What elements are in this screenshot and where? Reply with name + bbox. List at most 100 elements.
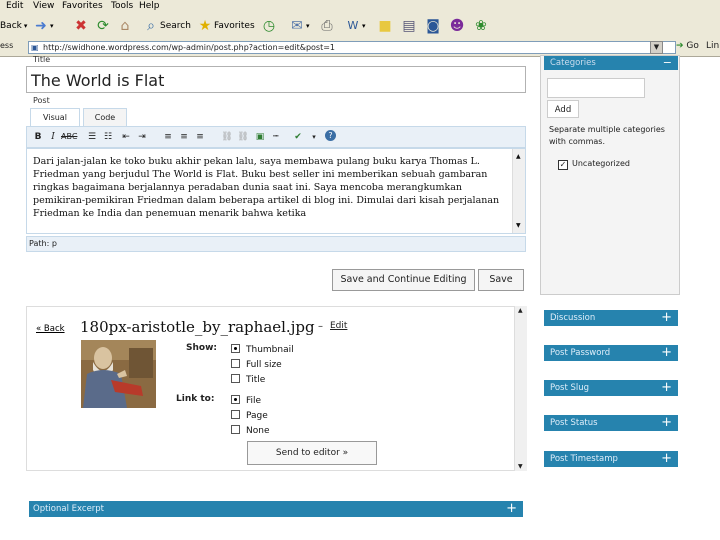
panel-discussion-label: Discussion <box>550 313 596 323</box>
link-page-radio[interactable] <box>231 410 240 419</box>
scroll-down-icon[interactable]: ▼ <box>518 463 523 470</box>
post-content-editor[interactable]: Dari jalan-jalan ke toko buku akhir peka… <box>26 148 526 234</box>
menu-help[interactable]: Help <box>139 0 160 12</box>
forward-button[interactable]: ➜ ▾ <box>32 16 54 36</box>
expand-icon[interactable]: + <box>661 380 672 395</box>
msn-button[interactable]: ❀ <box>472 16 490 36</box>
show-title-radio[interactable] <box>231 374 240 383</box>
home-icon: ⌂ <box>120 18 130 34</box>
numbered-list-icon[interactable]: ☷ <box>101 130 115 144</box>
panel-discussion[interactable]: Discussion + <box>544 310 678 326</box>
edit-word-button[interactable]: W ▾ <box>344 16 366 36</box>
panel-post-status[interactable]: Post Status + <box>544 415 678 431</box>
bullet-list-icon[interactable]: ☰ <box>85 130 99 144</box>
go-button[interactable]: ➔ Go <box>676 41 699 51</box>
editor-scrollbar[interactable]: ▲ ▼ <box>512 149 525 233</box>
uploader-scrollbar[interactable]: ▲ ▼ <box>514 306 527 471</box>
history-icon: ◷ <box>262 18 276 34</box>
address-input[interactable]: ▣ http://swidhone.wordpress.com/wp-admin… <box>28 41 676 54</box>
stop-button[interactable]: ✖ <box>72 16 90 36</box>
expand-icon[interactable]: + <box>506 501 517 516</box>
yahoo-icon: ☻ <box>449 18 465 34</box>
send-to-editor-button[interactable]: Send to editor » <box>247 441 377 465</box>
show-full-size-radio[interactable] <box>231 359 240 368</box>
link-to-label: Link to: <box>176 394 215 404</box>
italic-icon[interactable]: I <box>46 130 60 144</box>
spellcheck-icon[interactable]: ✔ <box>291 130 305 144</box>
new-category-input[interactable] <box>547 78 645 98</box>
back-link[interactable]: « Back <box>36 324 65 334</box>
menu-view[interactable]: View <box>33 0 54 12</box>
image-icon[interactable]: ▣ <box>253 130 267 144</box>
align-center-icon[interactable]: ≡ <box>177 130 191 144</box>
strikethrough-icon[interactable]: ABC <box>61 130 77 144</box>
expand-icon[interactable]: + <box>661 415 672 430</box>
expand-icon[interactable]: + <box>661 310 672 325</box>
outdent-icon[interactable]: ⇤ <box>119 130 133 144</box>
panel-post-slug-label: Post Slug <box>550 383 590 393</box>
spellcheck-dropdown-icon[interactable]: ▾ <box>307 130 321 144</box>
tab-visual[interactable]: Visual <box>30 108 80 126</box>
collapse-icon[interactable]: − <box>663 56 672 70</box>
post-label: Post <box>33 96 50 105</box>
align-left-icon[interactable]: ≡ <box>161 130 175 144</box>
dropdown-arrow-icon: ▾ <box>306 22 310 30</box>
scroll-up-icon[interactable]: ▲ <box>516 150 521 163</box>
print-button[interactable]: ⎙ <box>318 16 336 36</box>
messenger-button[interactable]: ◙ <box>424 16 442 36</box>
forward-arrow-icon: ➜ <box>35 18 47 34</box>
edit-image-link[interactable]: Edit <box>330 321 347 331</box>
uncategorized-checkbox[interactable]: ✓ <box>558 160 568 170</box>
scroll-down-icon[interactable]: ▼ <box>516 219 521 232</box>
home-button[interactable]: ⌂ <box>116 16 134 36</box>
dropdown-arrow-icon: ▾ <box>50 22 54 30</box>
search-label: Search <box>160 21 191 31</box>
link-file-radio[interactable] <box>231 395 240 404</box>
refresh-button[interactable]: ⟳ <box>94 16 112 36</box>
show-thumbnail-radio[interactable] <box>231 344 240 353</box>
link-none-radio[interactable] <box>231 425 240 434</box>
save-continue-button[interactable]: Save and Continue Editing <box>332 269 475 291</box>
tab-code[interactable]: Code <box>83 108 127 126</box>
browser-toolbar: Back ▾ ➜ ▾ ✖ ⟳ ⌂ ⌕ Search ★ Favorites ◷ … <box>0 12 720 40</box>
star-icon: ★ <box>198 18 212 34</box>
links-label[interactable]: Lin <box>706 41 719 51</box>
help-icon[interactable]: ? <box>325 130 336 141</box>
dropdown-arrow-icon: ▾ <box>23 22 28 30</box>
address-dropdown-icon[interactable]: ▼ <box>650 41 663 54</box>
bold-icon[interactable]: B <box>31 130 45 144</box>
indent-icon[interactable]: ⇥ <box>135 130 149 144</box>
back-button[interactable]: Back ▾ <box>0 16 27 36</box>
title-dash: – <box>318 321 323 332</box>
history-button[interactable]: ◷ <box>260 16 278 36</box>
categories-header[interactable]: Categories − <box>544 56 678 70</box>
link-icon[interactable]: ⛓ <box>220 130 234 144</box>
title-input[interactable]: The World is Flat <box>26 66 526 93</box>
menu-tools[interactable]: Tools <box>111 0 133 12</box>
more-tag-icon[interactable]: ┉ <box>269 130 283 144</box>
address-label: ess <box>0 41 14 50</box>
yahoo-messenger-button[interactable]: ☻ <box>448 16 466 36</box>
align-right-icon[interactable]: ≡ <box>193 130 207 144</box>
search-button[interactable]: ⌕ Search <box>142 16 191 36</box>
expand-icon[interactable]: + <box>661 345 672 360</box>
panel-post-password[interactable]: Post Password + <box>544 345 678 361</box>
save-button[interactable]: Save <box>478 269 524 291</box>
scroll-up-icon[interactable]: ▲ <box>518 307 523 314</box>
research-button[interactable]: ▤ <box>400 16 418 36</box>
mail-button[interactable]: ✉ ▾ <box>288 16 310 36</box>
unlink-icon[interactable]: ⛓ <box>236 130 250 144</box>
optional-excerpt-panel[interactable]: Optional Excerpt + <box>29 501 523 517</box>
panel-post-slug[interactable]: Post Slug + <box>544 380 678 396</box>
image-thumbnail[interactable] <box>81 340 156 408</box>
menu-edit[interactable]: Edit <box>6 0 23 12</box>
favorites-button[interactable]: ★ Favorites <box>196 16 255 36</box>
title-label: Title <box>33 55 51 64</box>
panel-post-timestamp[interactable]: Post Timestamp + <box>544 451 678 467</box>
image-filename: 180px-aristotle_by_raphael.jpg <box>80 318 315 336</box>
show-full-size-label: Full size <box>246 360 282 370</box>
menu-favorites[interactable]: Favorites <box>62 0 103 12</box>
add-category-button[interactable]: Add <box>547 100 579 118</box>
notes-button[interactable]: ■ <box>376 16 394 36</box>
expand-icon[interactable]: + <box>661 451 672 466</box>
